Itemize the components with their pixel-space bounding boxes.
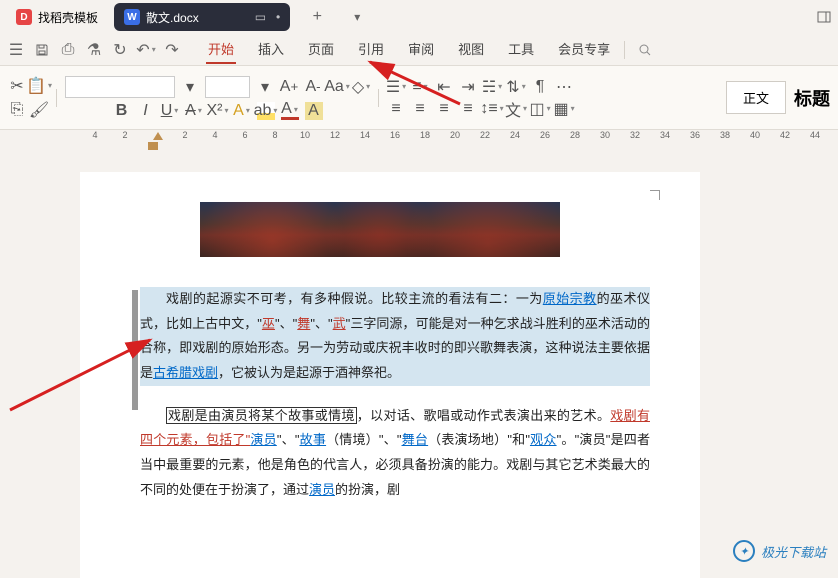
increase-indent-icon[interactable]: ⇥	[459, 78, 477, 96]
align-center-icon[interactable]: ≡	[411, 100, 429, 118]
menu-tab-review[interactable]: 审阅	[406, 35, 436, 64]
clear-format-icon[interactable]: ◇	[352, 78, 370, 96]
tool-icon[interactable]: ⎙	[60, 42, 76, 58]
link-wu[interactable]: 巫	[262, 316, 275, 331]
settings-icon[interactable]: ⚗	[86, 42, 102, 58]
align-left-icon[interactable]: ≡	[387, 100, 405, 118]
search-icon[interactable]	[637, 42, 653, 58]
link-actor2[interactable]: 演员	[309, 482, 335, 497]
text-effects-icon[interactable]: A	[233, 102, 251, 120]
word-icon: W	[124, 9, 140, 25]
menu-icon[interactable]: ☰	[8, 42, 24, 58]
watermark: ✦ 极光下载站	[733, 540, 826, 562]
superscript-icon[interactable]: X²	[209, 102, 227, 120]
show-marks-icon[interactable]: ¶	[531, 78, 549, 96]
italic-icon[interactable]: I	[137, 102, 155, 120]
font-color-icon[interactable]: A	[281, 102, 299, 120]
horizontal-ruler[interactable]: 4 2 2 4 6 8 10 12 14 16 18 20 22 24 26 2…	[0, 130, 838, 152]
tab-list-button[interactable]: ▾	[344, 4, 370, 30]
menu-tab-member[interactable]: 会员专享	[556, 35, 612, 64]
strike-icon[interactable]: A	[185, 102, 203, 120]
link-audience[interactable]: 观众	[530, 432, 557, 447]
paragraph-1[interactable]: 戏剧的起源实不可考，有多种假说。比较主流的看法有二：一为原始宗教的巫术仪式，比如…	[140, 287, 650, 386]
border-icon[interactable]: ▦	[555, 100, 573, 118]
link-story[interactable]: 故事	[299, 432, 326, 447]
watermark-text: 极光下载站	[761, 542, 826, 561]
tab-menu-icon[interactable]: •	[276, 10, 280, 24]
shading-icon[interactable]: ◫	[531, 100, 549, 118]
underline-icon[interactable]: U	[161, 102, 179, 120]
link-greek-drama[interactable]: 古希腊戏剧	[153, 365, 218, 380]
link-dance[interactable]: 舞	[297, 316, 310, 331]
cut-icon[interactable]: ✂	[8, 77, 26, 95]
more-icon[interactable]: ⋯	[555, 78, 573, 96]
char-shading-icon[interactable]: A	[305, 102, 323, 120]
style-heading-label[interactable]: 标题	[794, 85, 830, 111]
link-actor[interactable]: 演员	[250, 432, 277, 447]
decrease-font-icon[interactable]: A-	[304, 78, 322, 96]
align-justify-icon[interactable]: ≡	[459, 100, 477, 118]
boxed-text: 戏剧是由演员将某个故事或情境	[166, 407, 357, 424]
line-spacing-icon[interactable]: ↕≡	[483, 100, 501, 118]
decrease-indent-icon[interactable]: ⇤	[435, 78, 453, 96]
menu-tab-view[interactable]: 视图	[456, 35, 486, 64]
paragraph-2[interactable]: 戏剧是由演员将某个故事或情境，以对话、歌唱或动作式表演出来的艺术。戏剧有四个元素…	[140, 404, 650, 503]
link-religion[interactable]: 原始宗教	[543, 291, 597, 306]
increase-font-icon[interactable]: A+	[280, 78, 298, 96]
menu-tab-page[interactable]: 页面	[306, 35, 336, 64]
save-icon[interactable]	[34, 42, 50, 58]
format-painter-icon[interactable]: 🖌	[30, 101, 48, 119]
daokel-icon: D	[16, 9, 32, 25]
sort-icon[interactable]: ⇅	[507, 78, 525, 96]
tab-templates[interactable]: D 找稻壳模板	[6, 3, 108, 31]
highlight-icon[interactable]: ab	[257, 102, 275, 120]
align-right-icon[interactable]: ≡	[435, 100, 453, 118]
text-direction-icon[interactable]: ☵	[483, 78, 501, 96]
document-page[interactable]: 戏剧的起源实不可考，有多种假说。比较主流的看法有二：一为原始宗教的巫术仪式，比如…	[80, 172, 700, 578]
number-list-icon[interactable]: ≡	[411, 78, 429, 96]
bullet-list-icon[interactable]: ☰	[387, 78, 405, 96]
refresh-icon[interactable]: ↻	[112, 42, 128, 58]
chevron-down-icon[interactable]: ▾	[256, 78, 274, 96]
tab-label: 找稻壳模板	[38, 9, 98, 26]
link-stage[interactable]: 舞台	[402, 432, 429, 447]
tab-document[interactable]: W 散文.docx ▭ •	[114, 3, 290, 31]
tab-window-icon[interactable]: ▭	[255, 10, 266, 24]
add-tab-button[interactable]: +	[304, 4, 330, 30]
chevron-down-icon[interactable]: ▾	[181, 78, 199, 96]
redo-icon[interactable]: ↷	[164, 42, 180, 58]
undo-icon[interactable]: ↶	[138, 42, 154, 58]
tab-label: 散文.docx	[146, 9, 199, 26]
style-normal-button[interactable]: 正文	[726, 81, 786, 114]
phonetic-icon[interactable]: 文	[507, 100, 525, 118]
copy-icon[interactable]: ⎘	[8, 101, 26, 119]
document-image[interactable]	[200, 202, 560, 257]
link-martial[interactable]: 武	[333, 316, 346, 331]
bold-icon[interactable]: B	[113, 102, 131, 120]
font-size-select[interactable]	[205, 76, 250, 98]
menu-tab-start[interactable]: 开始	[206, 35, 236, 64]
panel-icon[interactable]	[816, 9, 832, 25]
watermark-logo-icon: ✦	[733, 540, 755, 562]
menu-tab-insert[interactable]: 插入	[256, 35, 286, 64]
change-case-icon[interactable]: Aa	[328, 78, 346, 96]
menu-tab-tools[interactable]: 工具	[506, 35, 536, 64]
font-name-select[interactable]	[65, 76, 175, 98]
menu-tab-reference[interactable]: 引用	[356, 35, 386, 64]
paste-icon[interactable]: 📋	[30, 77, 48, 95]
